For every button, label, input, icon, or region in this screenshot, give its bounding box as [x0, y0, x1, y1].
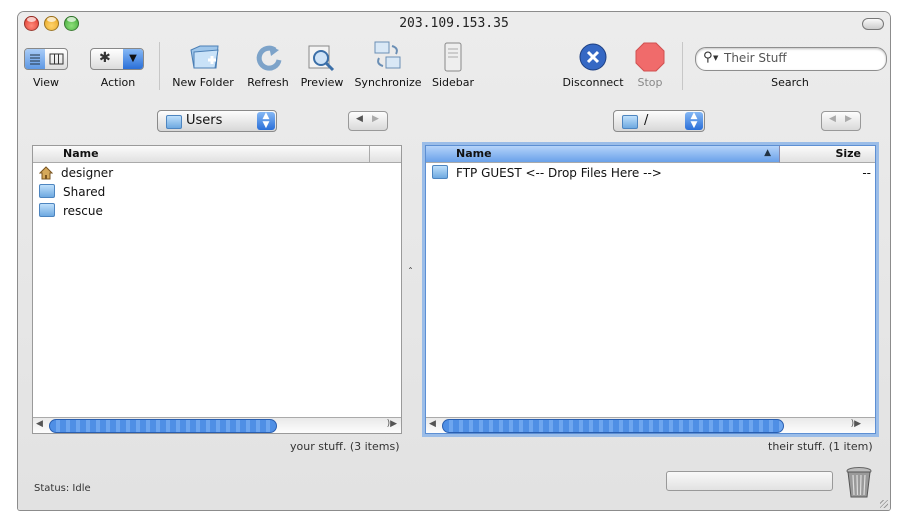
local-back-forward[interactable]: ◀ ▶ — [348, 111, 388, 131]
disconnect-button[interactable]: Disconnect — [558, 12, 628, 92]
search-input[interactable]: ⚲ ▼ Their Stuff — [695, 47, 887, 71]
file-name: Shared — [63, 185, 106, 199]
gear-icon: ✱ — [99, 50, 111, 66]
scroll-right-icon[interactable]: )▶ — [387, 419, 397, 429]
scroll-left-icon[interactable]: ◀ — [429, 419, 436, 429]
local-column-header-name[interactable]: Name — [33, 146, 370, 163]
view-label: View — [32, 76, 60, 89]
view-control[interactable]: View — [22, 12, 70, 92]
search-label: Search — [771, 76, 809, 89]
chevron-down-icon: ▼ — [123, 49, 143, 69]
search-icon: ⚲ — [703, 50, 713, 65]
status-text: Status: Idle — [34, 483, 91, 494]
refresh-label: Refresh — [247, 76, 289, 89]
toolbar-divider — [682, 42, 683, 90]
column-view-icon[interactable] — [46, 49, 67, 69]
preview-label: Preview — [300, 76, 344, 89]
trash-icon[interactable] — [845, 466, 873, 500]
back-arrow-icon[interactable]: ◀ — [356, 114, 363, 124]
file-name: designer — [61, 166, 114, 180]
stop-button[interactable]: Stop — [630, 12, 670, 92]
local-file-list[interactable]: Name designer Shared rescue ◀ )▶ — [32, 145, 402, 434]
remote-column-header-name[interactable]: Name ▲ — [426, 146, 780, 163]
sort-ascending-icon: ▲ — [764, 148, 771, 158]
action-label: Action — [100, 76, 136, 89]
split-view-divider[interactable]: ˆ — [404, 145, 420, 432]
column-name-label: Name — [456, 147, 492, 160]
file-size: -- — [862, 166, 871, 180]
list-item[interactable]: Shared — [39, 183, 105, 201]
action-menu-button[interactable]: ✱ ▼ — [90, 48, 144, 70]
scroll-thumb[interactable] — [49, 419, 277, 433]
remote-column-header-size[interactable]: Size — [780, 146, 875, 163]
remote-back-forward[interactable]: ◀ ▶ — [821, 111, 861, 131]
resize-grip-icon[interactable] — [880, 500, 888, 508]
scroll-thumb[interactable] — [442, 419, 784, 433]
local-location-popup[interactable]: Users ▲ ▼ — [157, 110, 277, 132]
remote-item-count: their stuff. (1 item) — [768, 440, 873, 453]
remote-location-label: / — [644, 113, 649, 128]
list-item[interactable]: designer — [39, 164, 113, 182]
transfer-progress-bar — [666, 471, 833, 491]
local-horizontal-scrollbar[interactable]: ◀ )▶ — [33, 417, 401, 433]
toolbar-divider — [159, 42, 160, 90]
stop-label: Stop — [637, 76, 663, 89]
back-arrow-icon[interactable]: ◀ — [829, 114, 836, 124]
forward-arrow-icon[interactable]: ▶ — [845, 114, 852, 124]
home-folder-icon — [39, 166, 53, 180]
chevron-updown-icon: ▲ ▼ — [257, 112, 275, 130]
preview-button[interactable]: Preview — [296, 12, 348, 92]
column-name-label: Name — [63, 147, 99, 160]
chevron-updown-icon: ▲ ▼ — [685, 112, 703, 130]
refresh-button[interactable]: Refresh — [240, 12, 296, 92]
folder-icon — [39, 184, 55, 198]
magnifier-icon — [308, 45, 335, 72]
disconnect-label: Disconnect — [562, 76, 624, 89]
sidebar-label: Sidebar — [431, 76, 475, 89]
column-size-label: Size — [835, 147, 861, 160]
sidebar-button[interactable]: Sidebar — [428, 12, 478, 92]
synchronize-button[interactable]: Synchronize — [350, 12, 426, 92]
search-placeholder: Their Stuff — [724, 51, 787, 65]
ftp-window: 203.109.153.35 View ✱ ▼ Action New Folde… — [18, 12, 890, 510]
new-folder-label: New Folder — [172, 76, 234, 89]
disconnect-icon — [579, 43, 607, 71]
scroll-left-icon[interactable]: ◀ — [36, 419, 43, 429]
list-item[interactable]: FTP GUEST <-- Drop Files Here --> -- — [432, 164, 871, 182]
synchronize-icon — [374, 41, 401, 69]
local-column-header-extra[interactable] — [370, 146, 401, 163]
stop-icon — [635, 42, 665, 72]
remote-location-popup[interactable]: / ▲ ▼ — [613, 110, 705, 132]
search-chevron-icon: ▼ — [713, 54, 719, 62]
view-segmented-control[interactable] — [24, 48, 68, 70]
file-name: FTP GUEST <-- Drop Files Here --> — [456, 166, 662, 180]
folder-icon — [39, 203, 55, 217]
scroll-right-icon[interactable]: )▶ — [851, 419, 861, 429]
refresh-icon — [256, 45, 282, 71]
new-folder-button[interactable]: New Folder — [168, 12, 238, 92]
local-item-count: your stuff. (3 items) — [290, 440, 400, 453]
list-item[interactable]: rescue — [39, 202, 103, 220]
folder-icon — [432, 165, 448, 179]
action-control[interactable]: ✱ ▼ Action — [86, 12, 150, 92]
local-location-label: Users — [186, 113, 223, 128]
collapse-arrow-icon[interactable]: ˆ — [408, 267, 413, 278]
forward-arrow-icon[interactable]: ▶ — [372, 114, 379, 124]
toolbar-toggle-button[interactable] — [862, 18, 884, 30]
file-name: rescue — [63, 204, 103, 218]
list-view-icon[interactable] — [25, 49, 45, 69]
synchronize-label: Synchronize — [354, 76, 422, 89]
new-folder-icon — [190, 45, 219, 69]
remote-horizontal-scrollbar[interactable]: ◀ )▶ — [426, 417, 875, 433]
sidebar-icon — [444, 42, 462, 72]
remote-file-list[interactable]: Name ▲ Size FTP GUEST <-- Drop Files Her… — [425, 145, 876, 434]
folder-icon — [622, 115, 646, 130]
